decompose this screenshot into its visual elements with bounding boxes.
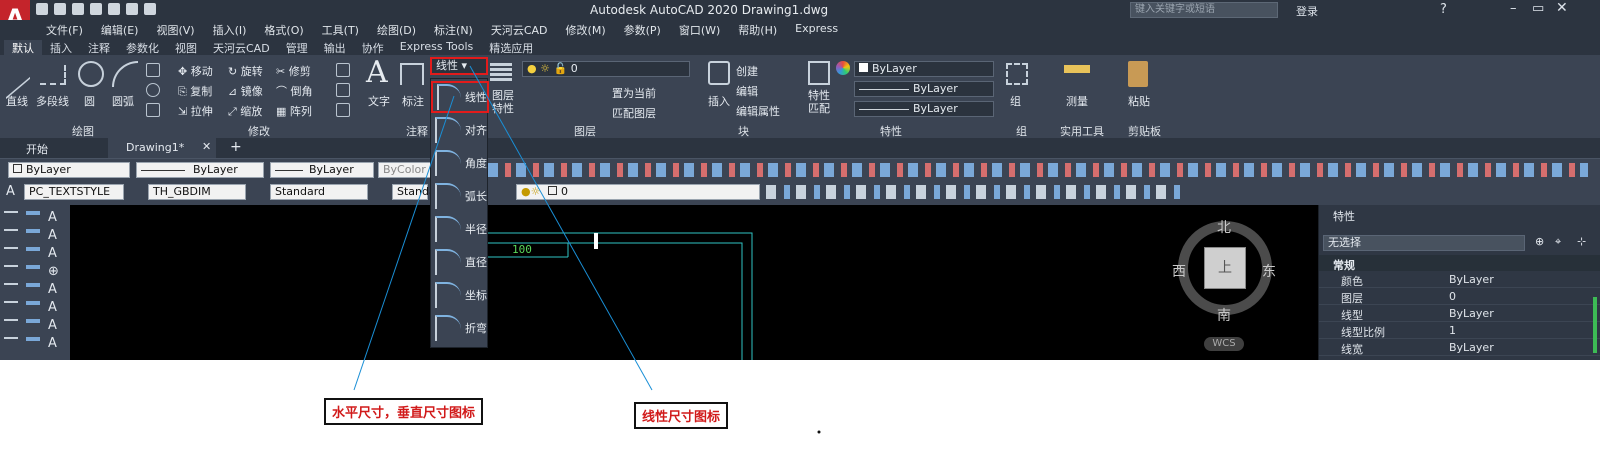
screenshot: Autodesk AutoCAD 2020 Drawing1.dwg 键入关键字…	[0, 0, 1600, 452]
callout-line-left	[353, 95, 455, 391]
callout-lines	[353, 65, 821, 434]
callout-line-right	[469, 65, 653, 391]
callout-left-label: 水平尺寸，垂直尺寸图标	[324, 398, 484, 425]
callout-right-label: 线性尺寸图标	[634, 402, 729, 429]
stray-dot	[817, 430, 821, 434]
